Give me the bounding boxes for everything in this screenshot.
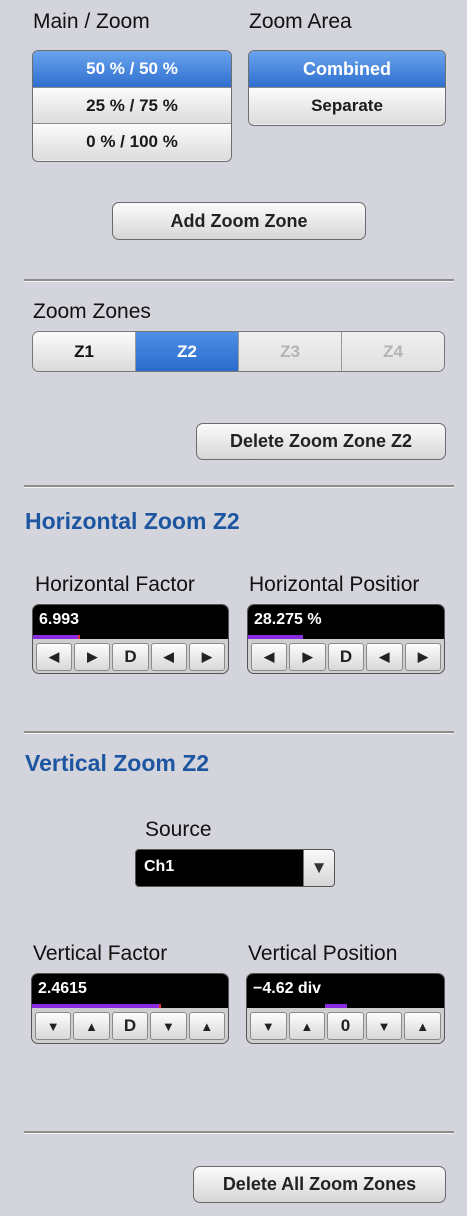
zoom-area-option-separate[interactable]: Separate <box>249 88 445 124</box>
horizontal-factor-control: 6.993 ◀ ▶ D ◀ ▶ <box>32 604 229 674</box>
source-label: Source <box>145 818 212 841</box>
vertical-factor-level-bar <box>32 1004 162 1008</box>
vertical-zoom-title: Vertical Zoom Z2 <box>25 750 210 776</box>
divider <box>24 731 454 734</box>
vertical-position-level-marker <box>325 1004 347 1008</box>
divider <box>24 1131 454 1134</box>
delete-zoom-zone-button[interactable]: Delete Zoom Zone Z2 <box>196 423 446 460</box>
fine-right-arrow-icon[interactable]: ▶ <box>188 643 226 671</box>
delete-all-zoom-zones-button[interactable]: Delete All Zoom Zones <box>193 1166 446 1203</box>
zoom-zones-tabs: Z1 Z2 Z3 Z4 <box>32 331 445 372</box>
zoom-area-selector: Combined Separate <box>248 50 446 126</box>
fine-up-arrow-icon[interactable]: ▲ <box>404 1012 441 1040</box>
main-zoom-option-25-75[interactable]: 25 % / 75 % <box>33 88 231 124</box>
horizontal-factor-label: Horizontal Factor <box>35 573 195 596</box>
zoom-area-title: Zoom Area <box>249 10 352 33</box>
divider <box>24 485 454 488</box>
main-zoom-title: Main / Zoom <box>33 10 150 33</box>
fine-down-arrow-icon[interactable]: ▼ <box>150 1012 187 1040</box>
vertical-factor-label: Vertical Factor <box>33 942 168 965</box>
vertical-factor-display[interactable]: 2.4615 <box>32 974 228 1008</box>
fine-left-arrow-icon[interactable]: ◀ <box>366 643 403 671</box>
default-button[interactable]: D <box>327 643 365 671</box>
horizontal-position-label: Horizontal Positior <box>249 573 420 596</box>
left-arrow-icon[interactable]: ◀ <box>36 643 73 671</box>
default-button[interactable]: D <box>111 1012 149 1040</box>
horizontal-factor-value: 6.993 <box>39 611 80 628</box>
down-arrow-icon[interactable]: ▼ <box>250 1012 287 1040</box>
horizontal-position-value: 28.275 % <box>254 611 322 628</box>
tab-z4: Z4 <box>342 332 444 371</box>
vertical-factor-value: 2.4615 <box>38 980 87 997</box>
main-zoom-selector: 50 % / 50 % 25 % / 75 % 0 % / 100 % <box>32 50 232 162</box>
right-arrow-icon[interactable]: ▶ <box>289 643 326 671</box>
vertical-position-control: −4.62 div ▼ ▲ 0 ▼ ▲ <box>246 973 445 1044</box>
source-value: Ch1 <box>144 858 175 875</box>
left-arrow-icon[interactable]: ◀ <box>251 643 288 671</box>
right-arrow-icon[interactable]: ▶ <box>74 643 111 671</box>
vertical-position-value: −4.62 div <box>253 980 322 997</box>
horizontal-factor-level-bar <box>33 635 80 639</box>
tab-z2[interactable]: Z2 <box>136 332 239 371</box>
horizontal-position-display[interactable]: 28.275 % <box>248 605 444 639</box>
vertical-position-label: Vertical Position <box>248 942 398 965</box>
horizontal-factor-display[interactable]: 6.993 <box>33 605 228 639</box>
main-zoom-option-0-100[interactable]: 0 % / 100 % <box>33 124 231 160</box>
up-arrow-icon[interactable]: ▲ <box>288 1012 326 1040</box>
source-dropdown[interactable]: Ch1 ▼ <box>135 849 335 887</box>
zoom-area-option-combined[interactable]: Combined <box>249 51 445 88</box>
divider <box>24 279 454 282</box>
fine-right-arrow-icon[interactable]: ▶ <box>404 643 442 671</box>
up-arrow-icon[interactable]: ▲ <box>73 1012 110 1040</box>
horizontal-position-level-bar <box>248 635 303 639</box>
vertical-position-display[interactable]: −4.62 div <box>247 974 444 1008</box>
add-zoom-zone-button[interactable]: Add Zoom Zone <box>112 202 366 240</box>
vertical-factor-control: 2.4615 ▼ ▲ D ▼ ▲ <box>31 973 229 1044</box>
zero-button[interactable]: 0 <box>327 1012 364 1040</box>
fine-down-arrow-icon[interactable]: ▼ <box>365 1012 403 1040</box>
fine-up-arrow-icon[interactable]: ▲ <box>188 1012 226 1040</box>
tab-z3: Z3 <box>239 332 342 371</box>
default-button[interactable]: D <box>112 643 149 671</box>
horizontal-position-control: 28.275 % ◀ ▶ D ◀ ▶ <box>247 604 445 674</box>
down-arrow-icon[interactable]: ▼ <box>35 1012 72 1040</box>
zoom-zones-title: Zoom Zones <box>33 300 151 323</box>
horizontal-zoom-title: Horizontal Zoom Z2 <box>25 508 240 534</box>
fine-left-arrow-icon[interactable]: ◀ <box>150 643 187 671</box>
chevron-down-icon: ▼ <box>303 850 334 886</box>
main-zoom-option-50-50[interactable]: 50 % / 50 % <box>33 51 231 88</box>
tab-z1[interactable]: Z1 <box>33 332 136 371</box>
